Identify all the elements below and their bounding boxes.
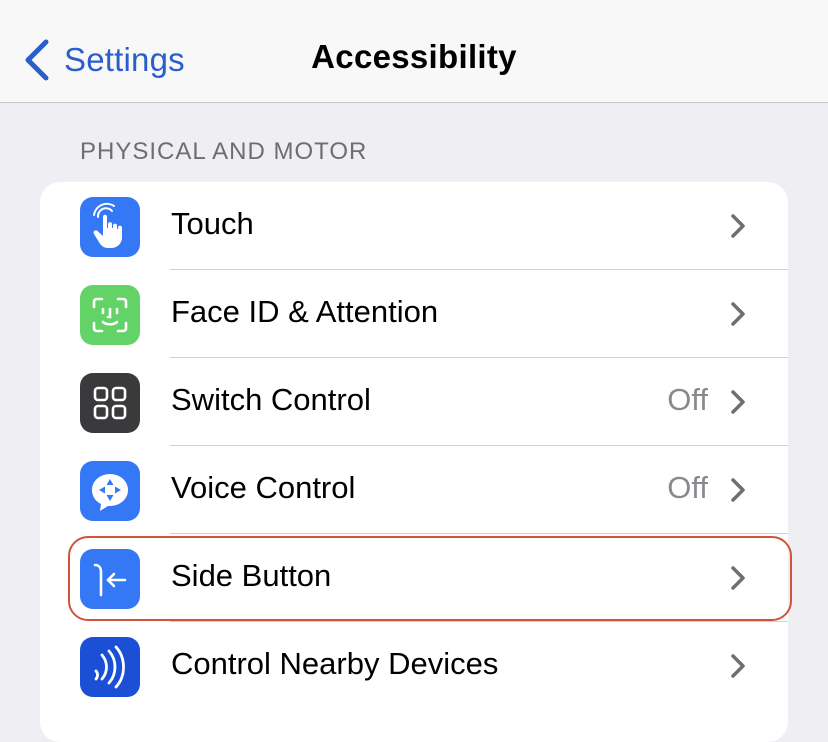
chevron-right-icon [728,652,748,680]
highlight-annotation [68,536,792,621]
row-label: Control Nearby Devices [171,646,499,681]
voice-control-icon [80,461,140,521]
settings-row-control-nearby-devices[interactable]: Control Nearby Devices [40,622,788,710]
navigation-bar: Settings Accessibility [0,0,828,103]
row-value: Off [667,470,708,505]
row-label: Voice Control [171,470,356,505]
chevron-right-icon [728,212,748,240]
page-title: Accessibility [311,38,517,75]
row-label: Touch [171,206,254,241]
chevron-right-icon [728,476,748,504]
nearby-devices-icon [80,637,140,697]
settings-row-switch-control[interactable]: Switch Control Off [40,358,788,446]
switch-control-grid-icon [80,373,140,433]
hand-pointer-icon [80,197,140,257]
settings-row-touch[interactable]: Touch [40,182,788,270]
row-label: Face ID & Attention [171,294,439,329]
section-header: PHYSICAL AND MOTOR [80,138,368,165]
chevron-right-icon [728,388,748,416]
row-label: Switch Control [171,382,371,417]
row-value: Off [667,382,708,417]
face-id-icon [80,285,140,345]
settings-row-face-id[interactable]: Face ID & Attention [40,270,788,358]
settings-row-voice-control[interactable]: Voice Control Off [40,446,788,534]
chevron-right-icon [728,300,748,328]
settings-list: Touch Face ID & Attention Switch Control… [40,182,788,742]
